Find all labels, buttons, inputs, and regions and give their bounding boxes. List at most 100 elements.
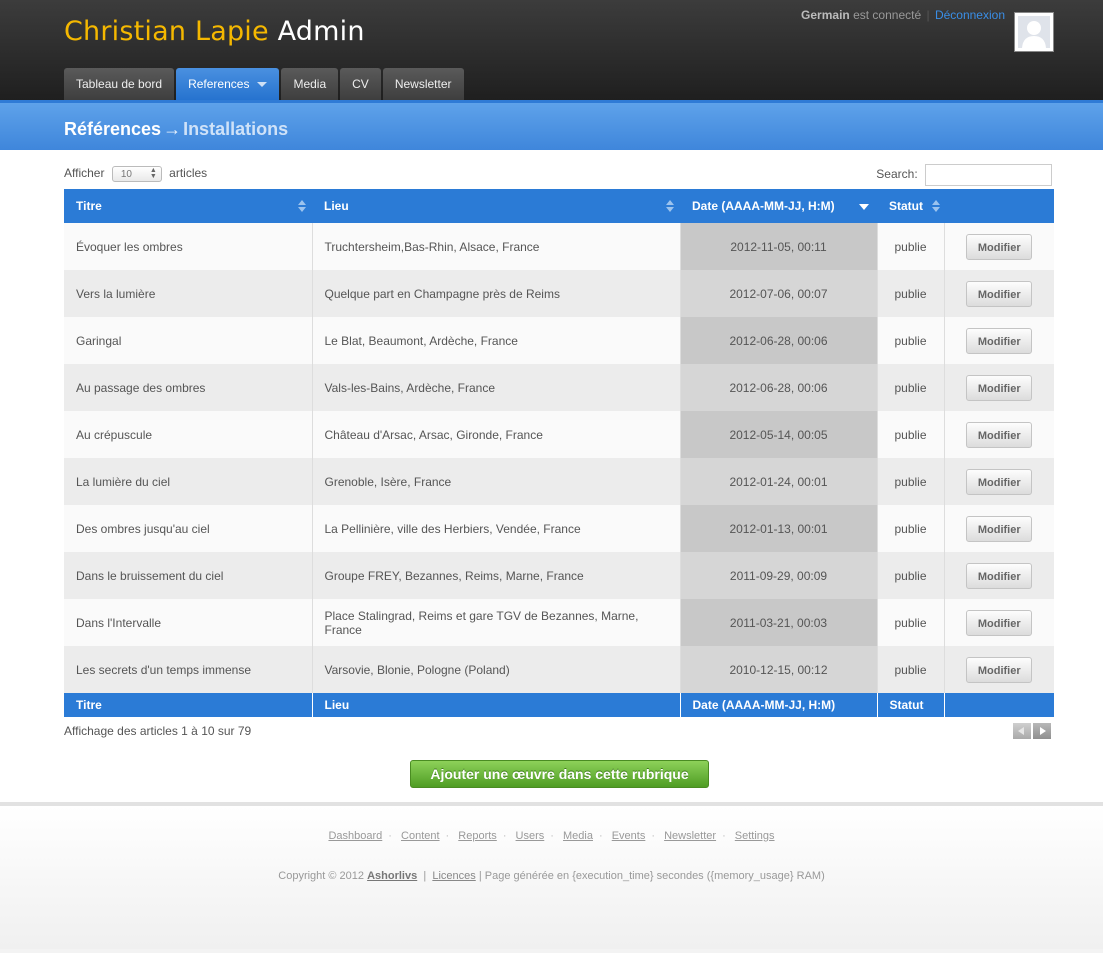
cell-lieu: Grenoble, Isère, France [312,458,681,505]
next-page-button[interactable] [1033,723,1051,739]
table-row: Au passage des ombres Vals-les-Bains, Ar… [64,364,1054,411]
cell-titre: Au crépuscule [64,411,313,458]
user-name: Germain [801,8,850,22]
footer-link-reports[interactable]: Reports [458,830,497,842]
cell-lieu: Groupe FREY, Bezannes, Reims, Marne, Fra… [312,552,681,599]
footer-link-dashboard[interactable]: Dashboard [328,830,382,842]
site-brand[interactable]: Christian Lapie Admin [64,16,365,47]
user-silhouette-icon [1018,16,1050,48]
cell-titre: Dans l'Intervalle [64,599,313,646]
modify-button[interactable]: Modifier [966,562,1033,589]
nav-tab-references[interactable]: References [176,68,280,100]
nav-tab-label: CV [352,77,369,91]
cell-lieu: Place Stalingrad, Reims et gare TGV de B… [312,599,681,646]
table-row: Au crépuscule Château d'Arsac, Arsac, Gi… [64,411,1054,458]
modify-button[interactable]: Modifier [966,280,1033,307]
cell-action: Modifier [944,505,1054,552]
table-row: Dans le bruissement du ciel Groupe FREY,… [64,552,1054,599]
cell-action: Modifier [944,270,1054,317]
cell-lieu: Vals-les-Bains, Ardèche, France [312,364,681,411]
generated-text: | Page générée en {execution_time} secon… [478,870,825,882]
separator: · [722,830,726,842]
breadcrumb: Références → Installations [64,119,288,140]
separator: · [550,830,554,842]
cell-statut: publie [877,411,945,458]
nav-tab-media[interactable]: Media [281,68,339,100]
modify-button[interactable]: Modifier [966,515,1033,542]
breadcrumb-section[interactable]: Références [64,119,161,139]
cell-statut: publie [877,505,945,552]
top-header: Christian Lapie Admin Germain est connec… [0,0,1103,100]
cell-date: 2010-12-15, 00:12 [680,646,878,693]
logout-link[interactable]: Déconnexion [935,8,1005,22]
footer-link-newsletter[interactable]: Newsletter [664,830,716,842]
page-title-bar: Références → Installations [0,100,1103,150]
table-row: Vers la lumière Quelque part en Champagn… [64,270,1054,317]
modify-button[interactable]: Modifier [966,609,1033,636]
column-header-date[interactable]: Date (AAAA-MM-JJ, H:M) [680,189,877,223]
main-nav: Tableau de bord References Media CV News… [64,68,464,100]
cell-statut: publie [877,223,945,270]
modify-button[interactable]: Modifier [966,421,1033,448]
footer-link-content[interactable]: Content [401,830,440,842]
nav-tab-label: Newsletter [394,77,452,91]
separator: · [598,830,603,842]
avatar[interactable] [1014,12,1054,52]
previous-page-button[interactable] [1013,723,1031,739]
column-footer-lieu: Lieu [312,693,681,717]
search-input[interactable] [925,164,1052,186]
cell-date: 2011-03-21, 00:03 [680,599,878,646]
table-row: Les secrets d'un temps immense Varsovie,… [64,646,1054,693]
page-size-select[interactable]: 10 ▲ ▼ [111,166,162,182]
add-work-button[interactable]: Ajouter une œuvre dans cette rubrique [410,760,709,788]
cell-statut: publie [877,646,945,693]
cell-action: Modifier [944,599,1054,646]
main-content: Afficher 10 ▲ ▼ articles Search: Titre Lie… [0,150,1103,806]
modify-button[interactable]: Modifier [966,656,1033,683]
modify-button[interactable]: Modifier [966,327,1033,354]
nav-tab-newsletter[interactable]: Newsletter [382,68,464,100]
company-link[interactable]: Ashorlivs [367,870,417,882]
cell-titre: Évoquer les ombres [64,223,313,270]
nav-tab-cv[interactable]: CV [340,68,381,100]
separator: · [388,830,392,842]
cell-statut: publie [877,317,945,364]
column-footer-statut: Statut [877,693,945,717]
column-footer-date: Date (AAAA-MM-JJ, H:M) [680,693,878,717]
column-footer-titre: Titre [64,693,313,717]
footer-link-settings[interactable]: Settings [735,830,775,842]
cell-titre: Vers la lumière [64,270,313,317]
copyright-text: Copyright © 2012 [278,870,365,882]
footer-link-events[interactable]: Events [612,830,646,842]
show-label: Afficher [64,166,105,181]
sort-desc-icon [859,204,869,210]
modify-button[interactable]: Modifier [966,233,1033,260]
page-footer: Dashboard · Content · Reports · Users · Medi… [0,806,1103,949]
nav-tab-dashboard[interactable]: Tableau de bord [64,68,175,100]
footer-link-media[interactable]: Media [563,830,593,842]
cell-titre: Garingal [64,317,313,364]
cell-action: Modifier [944,317,1054,364]
column-header-statut[interactable]: Statut [877,189,944,223]
column-header-label: Lieu [324,199,349,213]
breadcrumb-page: Installations [183,119,289,139]
modify-button[interactable]: Modifier [966,468,1033,495]
sort-icon [932,200,940,212]
column-header-titre[interactable]: Titre [64,189,312,223]
cell-statut: publie [877,270,945,317]
modify-button[interactable]: Modifier [966,374,1033,401]
column-header-lieu[interactable]: Lieu [312,189,680,223]
footer-link-users[interactable]: Users [516,830,545,842]
brand-name: Christian Lapie [64,16,269,47]
cell-lieu: Varsovie, Blonie, Pologne (Poland) [312,646,681,693]
table-row: La lumière du ciel Grenoble, Isère, Fran… [64,458,1054,505]
separator: · [502,830,507,842]
cell-date: 2012-06-28, 00:06 [680,317,878,364]
cell-date: 2012-07-06, 00:07 [680,270,878,317]
cell-lieu: Quelque part en Champagne près de Reims [312,270,681,317]
chevron-down-icon [257,82,268,88]
cell-date: 2012-05-14, 00:05 [680,411,878,458]
column-footer-actions [944,693,1054,717]
licence-link[interactable]: Licences [432,870,475,882]
cell-statut: publie [877,552,945,599]
